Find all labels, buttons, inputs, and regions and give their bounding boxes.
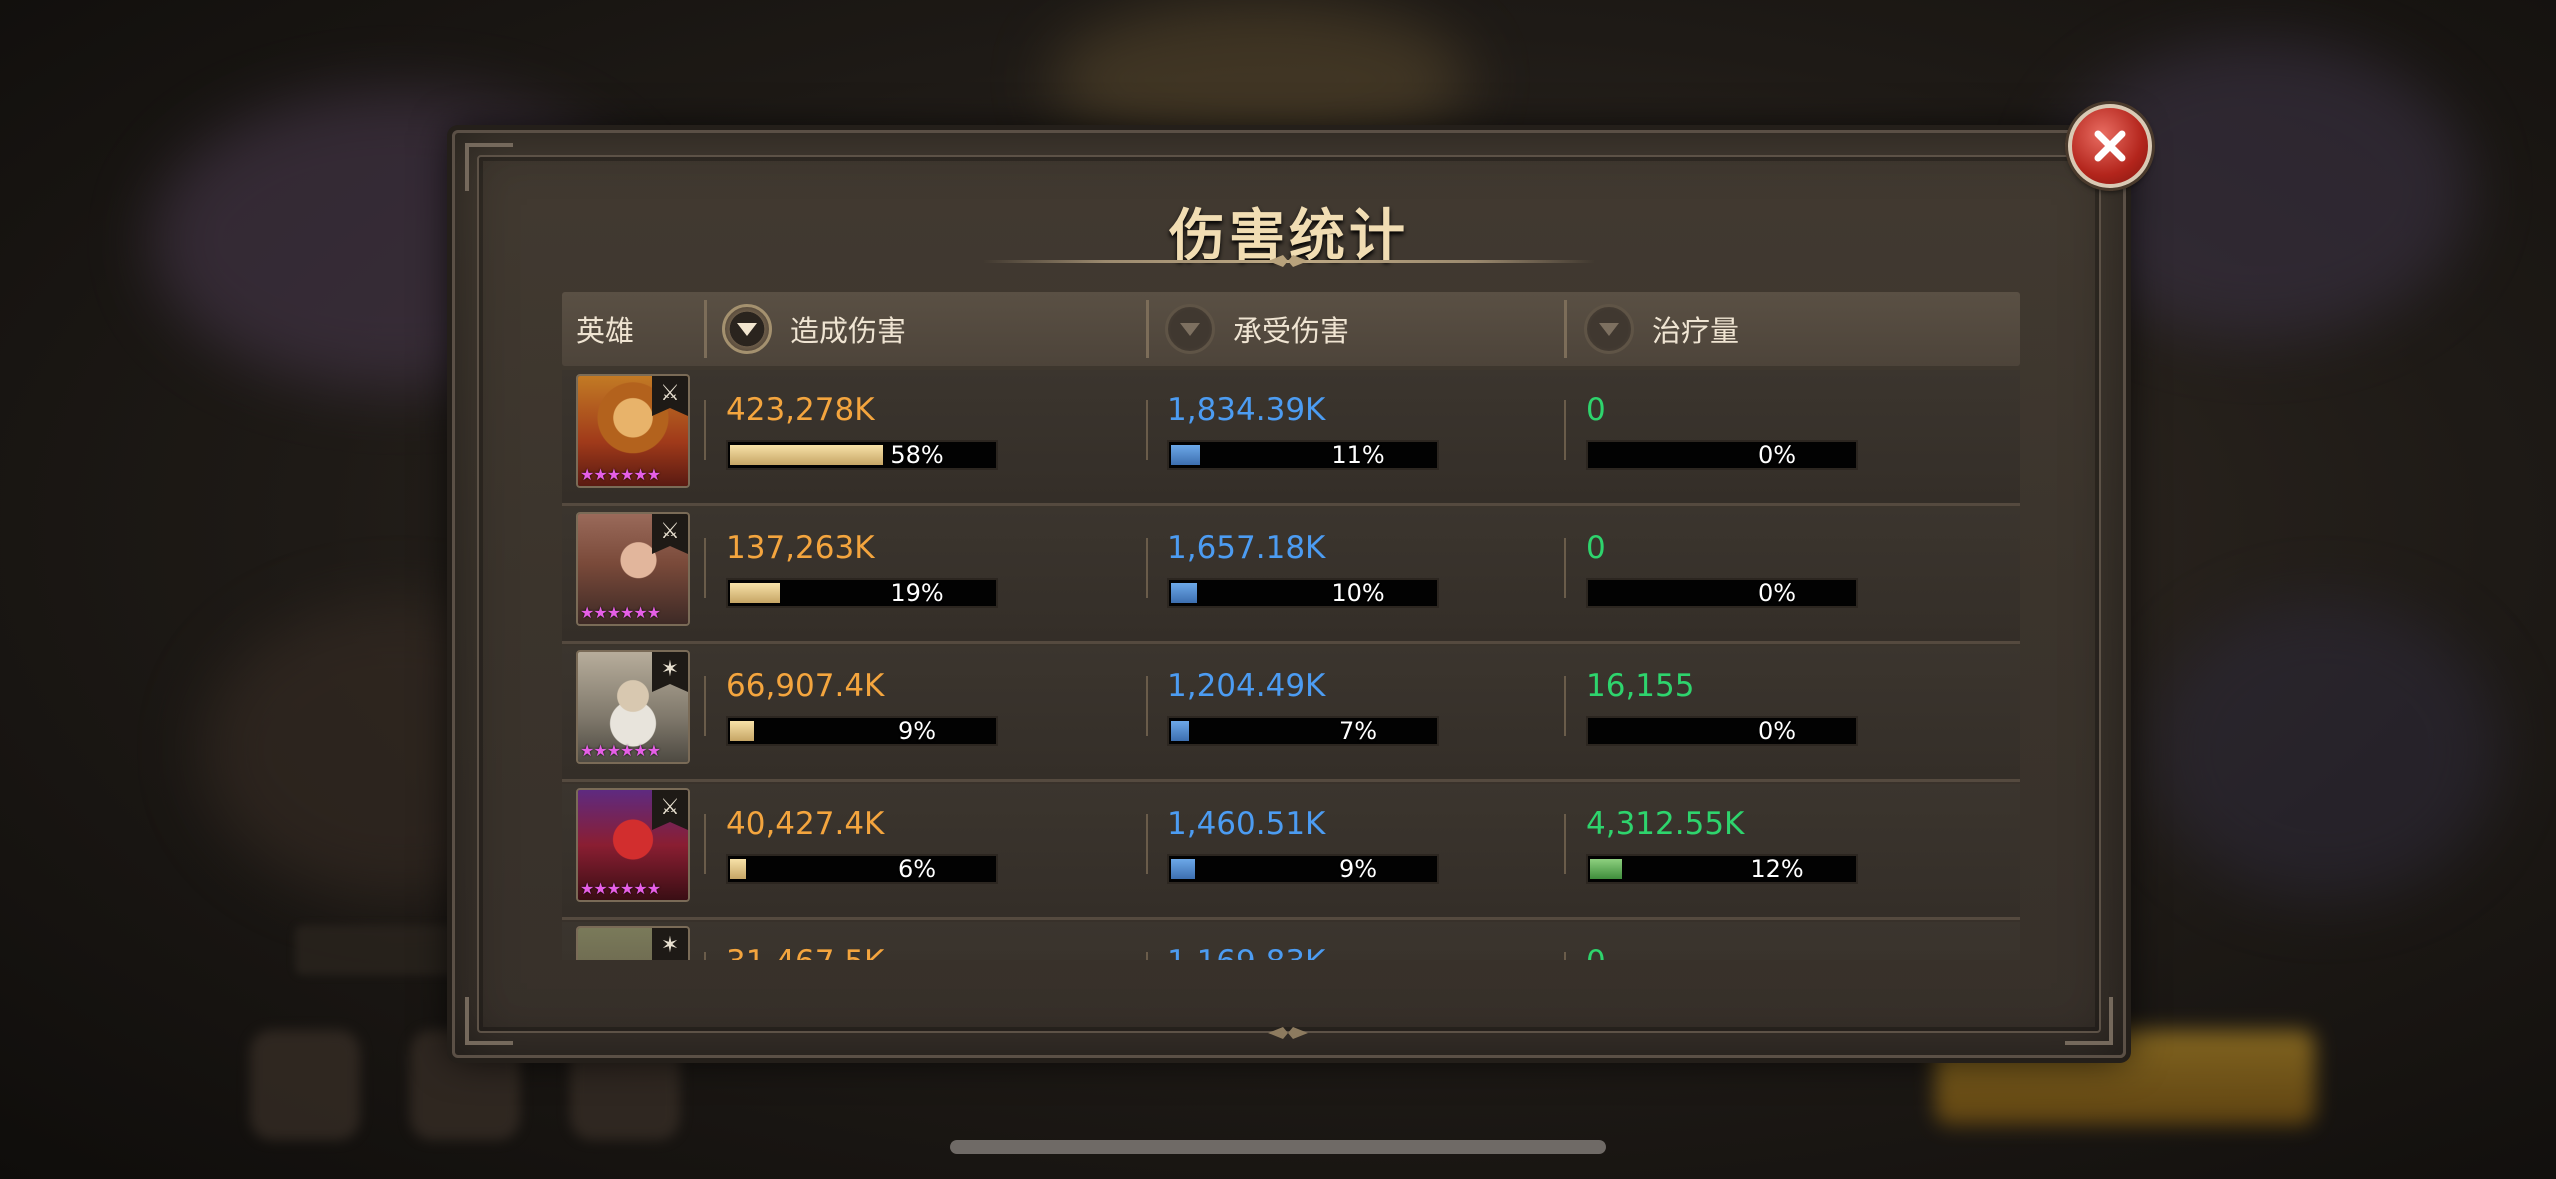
taken-percent: 7% (1338, 717, 1378, 745)
dealt-value: 423,278K (726, 392, 875, 428)
sort-damage-taken-button[interactable] (1165, 304, 1215, 354)
column-separator (1564, 676, 1566, 736)
taken-bar: 7% (1167, 716, 1439, 746)
column-separator (1564, 538, 1566, 598)
hero-stat-row: ⚔ ★★★★★★ 40,427.4K 6% 1,460.51K 9% 4,312… (562, 784, 2020, 920)
heal-percent: 0% (1757, 717, 1797, 745)
chevron-down-icon (1599, 323, 1619, 336)
home-indicator[interactable] (950, 1140, 1606, 1154)
column-separator (1564, 952, 1566, 960)
taken-bar: 10% (1167, 578, 1439, 608)
sort-damage-dealt-button[interactable] (722, 304, 772, 354)
hero-portrait[interactable]: ✶ ★★★★★★ (576, 926, 690, 960)
star-rating: ★★★★★★ (580, 879, 661, 898)
corner-ornament (465, 997, 513, 1045)
heal-value: 0 (1586, 392, 1606, 428)
taken-percent: 11% (1331, 441, 1385, 469)
column-separator (1146, 676, 1148, 736)
dealt-bar: 19% (726, 578, 998, 608)
hero-portrait[interactable]: ⚔ ★★★★★★ (576, 788, 690, 902)
dealt-percent: 6% (897, 855, 937, 883)
taken-percent: 9% (1338, 855, 1378, 883)
dealt-bar: 9% (726, 716, 998, 746)
dealt-bar: 58% (726, 440, 998, 470)
heal-bar: 0% (1586, 578, 1858, 608)
header-separator (1146, 300, 1149, 358)
star-rating: ★★★★★★ (580, 465, 661, 484)
star-rating: ★★★★★★ (580, 741, 661, 760)
dealt-value: 40,427.4K (726, 806, 885, 842)
star-rating: ★★★★★★ (580, 603, 661, 622)
bottom-ornament-icon (1268, 1027, 1308, 1039)
hero-portrait[interactable]: ✶ ★★★★★★ (576, 650, 690, 764)
dealt-percent: 58% (890, 441, 944, 469)
dealt-value: 31,467.5K (726, 944, 884, 960)
taken-value: 1,834.39K (1167, 392, 1326, 428)
close-icon (2094, 130, 2126, 162)
heal-percent: 0% (1757, 579, 1797, 607)
hero-stat-row: ⚔ ★★★★★★ 137,263K 19% 1,657.18K 10% 0 0% (562, 508, 2020, 644)
taken-bar: 11% (1167, 440, 1439, 470)
hero-stat-row: ✶ ★★★★★★ 31,467.5K 1,169.83K 0 (562, 922, 2020, 960)
header-healing-label: 治疗量 (1652, 314, 1740, 348)
heal-bar: 0% (1586, 716, 1858, 746)
heal-percent: 0% (1757, 441, 1797, 469)
taken-percent: 10% (1331, 579, 1385, 607)
hero-portrait[interactable]: ⚔ ★★★★★★ (576, 374, 690, 488)
chevron-down-icon (737, 323, 757, 336)
taken-value: 1,657.18K (1167, 530, 1326, 566)
heal-value: 0 (1586, 530, 1606, 566)
column-separator (1146, 814, 1148, 874)
taken-value: 1,460.51K (1167, 806, 1326, 842)
dealt-bar: 6% (726, 854, 998, 884)
taken-bar: 9% (1167, 854, 1439, 884)
column-separator (704, 814, 706, 874)
chevron-down-icon (1180, 323, 1200, 336)
column-separator (704, 952, 706, 960)
header-hero: 英雄 (576, 314, 635, 348)
column-separator (704, 538, 706, 598)
corner-ornament (465, 143, 513, 191)
heal-bar: 12% (1586, 854, 1858, 884)
heal-value: 0 (1586, 944, 1606, 960)
dealt-value: 137,263K (726, 530, 875, 566)
column-separator (1146, 400, 1148, 460)
taken-value: 1,169.83K (1167, 944, 1325, 960)
staff-icon: ✶ (652, 928, 688, 960)
column-separator (1146, 538, 1148, 598)
hero-portrait[interactable]: ⚔ ★★★★★★ (576, 512, 690, 626)
column-separator (1564, 814, 1566, 874)
dealt-value: 66,907.4K (726, 668, 885, 704)
header-damage-taken-label: 承受伤害 (1233, 314, 1350, 348)
header-damage-taken[interactable]: 承受伤害 (1165, 292, 1349, 366)
hero-stat-row: ✶ ★★★★★★ 66,907.4K 9% 1,204.49K 7% 16,15… (562, 646, 2020, 782)
column-separator (704, 400, 706, 460)
header-separator (704, 300, 707, 358)
close-button[interactable] (2068, 104, 2152, 188)
sort-healing-button[interactable] (1584, 304, 1634, 354)
corner-ornament (2065, 997, 2113, 1045)
heal-value: 16,155 (1586, 668, 1695, 704)
heal-percent: 12% (1750, 855, 1804, 883)
dealt-percent: 9% (897, 717, 937, 745)
dealt-percent: 19% (890, 579, 944, 607)
header-damage-dealt-label: 造成伤害 (790, 314, 907, 348)
column-separator (1564, 400, 1566, 460)
column-separator (1146, 952, 1148, 960)
header-healing[interactable]: 治疗量 (1584, 292, 1739, 366)
title-ornament-icon (1268, 255, 1308, 267)
table-header: 英雄 造成伤害 承受伤害 治疗量 (562, 292, 2020, 366)
header-damage-dealt[interactable]: 造成伤害 (722, 292, 906, 366)
header-separator (1564, 300, 1567, 358)
column-separator (704, 676, 706, 736)
taken-value: 1,204.49K (1167, 668, 1326, 704)
heal-value: 4,312.55K (1586, 806, 1745, 842)
hero-stats-list[interactable]: ⚔ ★★★★★★ 423,278K 58% 1,834.39K 11% 0 0%… (562, 370, 2020, 960)
heal-bar: 0% (1586, 440, 1858, 470)
hero-stat-row: ⚔ ★★★★★★ 423,278K 58% 1,834.39K 11% 0 0% (562, 370, 2020, 506)
